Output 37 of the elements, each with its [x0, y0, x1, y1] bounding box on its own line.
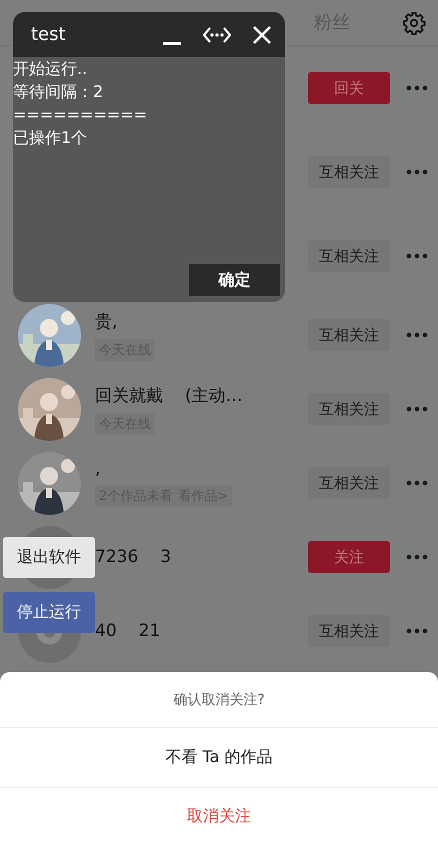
- floating-button[interactable]: 停止运行: [3, 592, 95, 633]
- more-icon[interactable]: [406, 332, 428, 338]
- user-name: ,: [95, 459, 100, 479]
- user-name: 21: [138, 621, 160, 641]
- user-name: 回关就戴: [95, 384, 163, 406]
- user-name: (主动…: [185, 384, 243, 406]
- mutual-follow-button[interactable]: 互相关注: [308, 156, 390, 188]
- mutual-follow-button[interactable]: 互相关注: [308, 393, 390, 425]
- more-icon[interactable]: [406, 406, 428, 412]
- user-name: 7236: [95, 547, 138, 567]
- user-name: 40: [95, 621, 117, 641]
- floating-button[interactable]: 退出软件: [3, 537, 95, 578]
- expand-icon[interactable]: [203, 26, 231, 44]
- more-icon[interactable]: [406, 253, 428, 259]
- more-icon[interactable]: [406, 85, 428, 91]
- sheet-title: 确认取消关注?: [173, 690, 265, 708]
- log-line: 开始运行..: [13, 58, 88, 80]
- log-line: 已操作1个: [13, 127, 88, 149]
- mutual-follow-button[interactable]: 互相关注: [308, 240, 390, 272]
- window-titlebar[interactable]: test: [13, 12, 285, 57]
- mutual-follow-button[interactable]: 互相关注: [308, 319, 390, 351]
- log-line: ==========: [13, 104, 148, 126]
- close-icon[interactable]: [253, 26, 271, 44]
- log-line: 等待间隔：2: [13, 81, 104, 103]
- more-icon[interactable]: [406, 554, 428, 560]
- user-name: 3: [160, 547, 172, 567]
- follow-button[interactable]: 回关: [308, 72, 390, 104]
- more-icon[interactable]: [406, 480, 428, 486]
- confirm-button[interactable]: 确定: [189, 264, 280, 296]
- more-icon[interactable]: [406, 169, 428, 175]
- window-title: test: [31, 24, 67, 45]
- more-icon[interactable]: [406, 628, 428, 634]
- mutual-follow-button[interactable]: 互相关注: [308, 615, 390, 647]
- settings-icon[interactable]: [402, 10, 426, 34]
- follow-button[interactable]: 关注: [308, 541, 390, 573]
- user-name: 贵,: [95, 310, 118, 332]
- mutual-follow-button[interactable]: 互相关注: [308, 467, 390, 499]
